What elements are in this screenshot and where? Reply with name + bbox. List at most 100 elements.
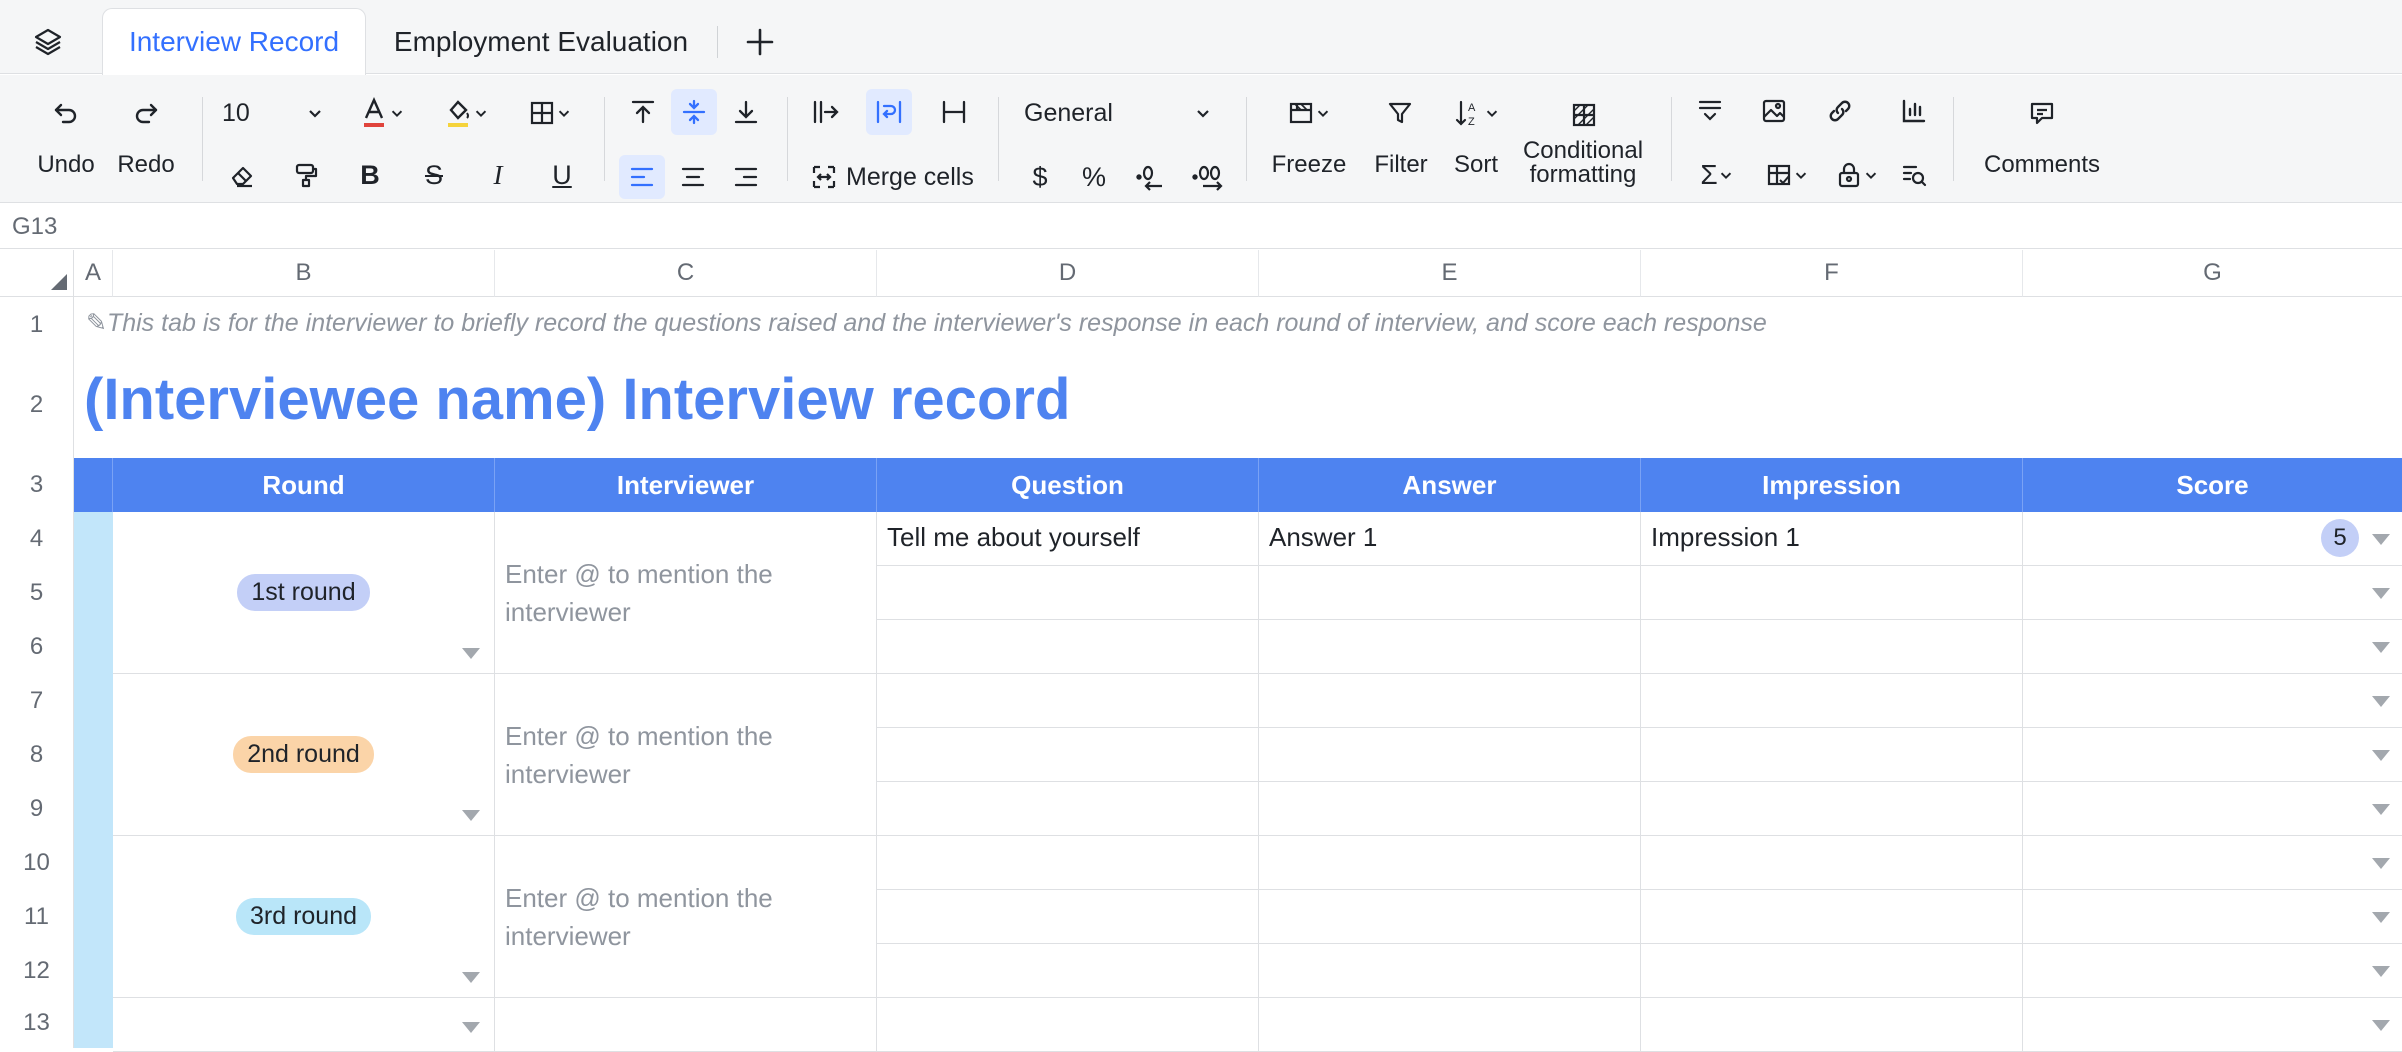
- dropdown-arrow-icon[interactable]: [2372, 966, 2390, 977]
- row-header[interactable]: 1: [0, 297, 74, 352]
- font-color-icon[interactable]: [352, 93, 412, 133]
- dropdown-arrow-icon[interactable]: [2372, 858, 2390, 869]
- score-cell[interactable]: [2023, 782, 2402, 836]
- dropdown-arrow-icon[interactable]: [2372, 534, 2390, 545]
- text-wrap-icon[interactable]: [866, 89, 912, 135]
- column-header-e[interactable]: E: [1259, 250, 1641, 297]
- align-middle-icon[interactable]: [671, 89, 717, 135]
- round-cell-2[interactable]: 2nd round: [113, 674, 495, 836]
- answer-cell[interactable]: [1259, 674, 1641, 728]
- layers-icon[interactable]: [28, 22, 68, 62]
- row-header[interactable]: 6: [0, 620, 74, 674]
- align-right-icon[interactable]: [724, 155, 768, 199]
- score-cell[interactable]: [2023, 620, 2402, 674]
- impression-cell[interactable]: [1641, 620, 2023, 674]
- score-cell[interactable]: [2023, 890, 2402, 944]
- wrap-rows-icon[interactable]: [1690, 91, 1730, 131]
- header-interviewer[interactable]: Interviewer: [495, 458, 877, 512]
- filter-button[interactable]: Filter: [1366, 151, 1436, 179]
- clear-format-icon[interactable]: [222, 155, 262, 195]
- impression-cell[interactable]: [1641, 890, 2023, 944]
- text-overflow-icon[interactable]: [804, 91, 848, 133]
- row-header[interactable]: 3: [0, 458, 74, 512]
- conditional-formatting-icon[interactable]: [1564, 95, 1604, 135]
- interviewer-cell-4[interactable]: [495, 998, 877, 1052]
- fill-color-icon[interactable]: [436, 93, 496, 133]
- text-clip-icon[interactable]: [932, 91, 976, 133]
- impression-cell[interactable]: [1641, 566, 2023, 620]
- row-header[interactable]: 10: [0, 836, 74, 890]
- font-size-select[interactable]: 10: [222, 93, 332, 133]
- tab-interview-record[interactable]: Interview Record: [102, 8, 366, 75]
- answer-cell[interactable]: [1259, 728, 1641, 782]
- column-header-g[interactable]: G: [2023, 250, 2402, 297]
- score-cell[interactable]: [2023, 944, 2402, 998]
- link-icon[interactable]: [1820, 91, 1860, 131]
- format-painter-icon[interactable]: [286, 155, 326, 195]
- row-header[interactable]: 5: [0, 566, 74, 620]
- answer-cell[interactable]: [1259, 998, 1641, 1052]
- select-all-corner[interactable]: [0, 250, 74, 297]
- row-header[interactable]: 9: [0, 782, 74, 836]
- conditional-formatting-button[interactable]: Conditional formatting: [1512, 139, 1654, 187]
- impression-cell-text[interactable]: Impression 1: [1651, 522, 1800, 553]
- comment-icon[interactable]: [2022, 93, 2062, 133]
- score-cell[interactable]: [2023, 836, 2402, 890]
- impression-cell[interactable]: [1641, 944, 2023, 998]
- align-center-icon[interactable]: [671, 155, 715, 199]
- filter-icon[interactable]: [1380, 93, 1420, 133]
- column-header-f[interactable]: F: [1641, 250, 2023, 297]
- impression-cell[interactable]: [1641, 836, 2023, 890]
- percent-button[interactable]: %: [1074, 157, 1114, 197]
- increase-decimal-icon[interactable]: [1186, 157, 1230, 197]
- answer-cell[interactable]: [1259, 890, 1641, 944]
- question-cell[interactable]: [877, 890, 1259, 944]
- round-cell-3[interactable]: 3rd round: [113, 836, 495, 998]
- question-cell[interactable]: [877, 566, 1259, 620]
- dropdown-arrow-icon[interactable]: [2372, 642, 2390, 653]
- score-cell[interactable]: [2023, 998, 2402, 1052]
- dropdown-arrow-icon[interactable]: [2372, 912, 2390, 923]
- round-cell-1[interactable]: 1st round: [113, 512, 495, 674]
- chart-icon[interactable]: [1894, 91, 1934, 131]
- column-header-d[interactable]: D: [877, 250, 1259, 297]
- redo-icon[interactable]: [126, 95, 166, 131]
- interviewer-cell-3[interactable]: Enter @ to mention the interviewer: [495, 836, 877, 998]
- question-cell-text[interactable]: Tell me about yourself: [887, 522, 1140, 553]
- redo-button[interactable]: Redo: [112, 151, 180, 179]
- header-impression[interactable]: Impression: [1641, 458, 2023, 512]
- header-score[interactable]: Score: [2023, 458, 2402, 512]
- instruction-note[interactable]: ✎This tab is for the interviewer to brie…: [86, 308, 1767, 338]
- question-cell[interactable]: [877, 782, 1259, 836]
- undo-button[interactable]: Undo: [30, 151, 102, 179]
- answer-cell[interactable]: [1259, 944, 1641, 998]
- score-cell[interactable]: [2023, 728, 2402, 782]
- italic-icon[interactable]: I: [478, 155, 518, 195]
- sheet-title[interactable]: (Interviewee name) Interview record: [84, 366, 1070, 433]
- sort-button[interactable]: Sort: [1440, 151, 1512, 179]
- find-replace-icon[interactable]: [1894, 155, 1934, 195]
- strikethrough-icon[interactable]: S: [414, 155, 454, 195]
- sum-icon[interactable]: Σ: [1690, 155, 1744, 195]
- question-cell[interactable]: [877, 944, 1259, 998]
- impression-cell[interactable]: [1641, 674, 2023, 728]
- score-cell[interactable]: [2023, 674, 2402, 728]
- data-validation-icon[interactable]: [1756, 155, 1818, 195]
- add-sheet-icon[interactable]: [740, 22, 780, 62]
- borders-icon[interactable]: [520, 93, 580, 133]
- answer-cell[interactable]: [1259, 620, 1641, 674]
- freeze-button[interactable]: Freeze: [1264, 151, 1354, 179]
- underline-icon[interactable]: U: [542, 155, 582, 195]
- dropdown-arrow-icon[interactable]: [462, 648, 480, 659]
- row-header[interactable]: 11: [0, 890, 74, 944]
- question-cell[interactable]: [877, 674, 1259, 728]
- question-cell[interactable]: [877, 728, 1259, 782]
- image-icon[interactable]: [1754, 91, 1794, 131]
- score-cell[interactable]: [2023, 566, 2402, 620]
- align-bottom-icon[interactable]: [724, 91, 768, 133]
- impression-cell[interactable]: [1641, 728, 2023, 782]
- dropdown-arrow-icon[interactable]: [2372, 750, 2390, 761]
- dropdown-arrow-icon[interactable]: [2372, 1020, 2390, 1031]
- question-cell[interactable]: [877, 998, 1259, 1052]
- interviewer-cell-1[interactable]: Enter @ to mention the interviewer: [495, 512, 877, 674]
